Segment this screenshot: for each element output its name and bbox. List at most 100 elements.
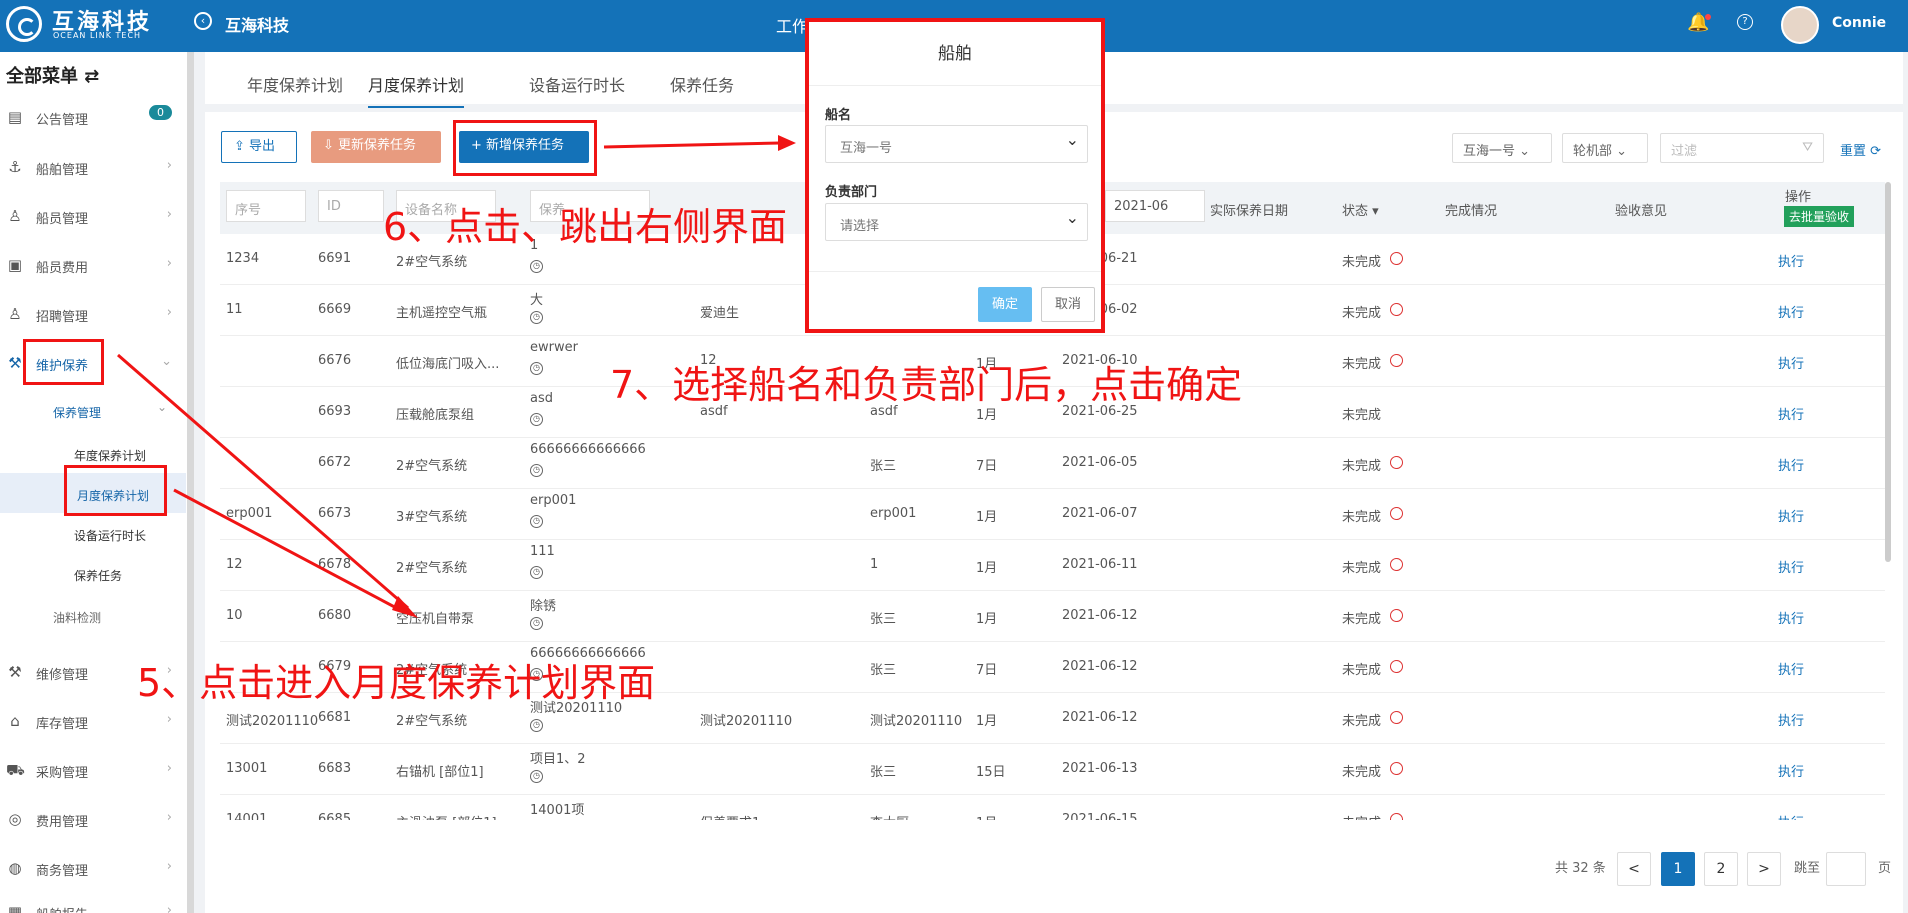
overdue-icon: [1390, 762, 1403, 775]
row-action[interactable]: 执行: [1778, 404, 1804, 423]
clock-icon: ◷: [530, 464, 543, 477]
row-action[interactable]: 执行: [1778, 251, 1804, 270]
ship-filter-select[interactable]: 互海一号 ⌄: [1452, 133, 1552, 163]
sidebar-item-stock[interactable]: ⌂ 库存管理 ›: [0, 702, 186, 742]
row-person: 张三: [870, 663, 897, 678]
tab-monthly[interactable]: 月度保养计划: [368, 72, 465, 108]
batch-accept-button[interactable]: 去批量验收: [1784, 206, 1855, 227]
row-status: 未完成: [1342, 612, 1382, 627]
logo-icon: [6, 6, 42, 42]
clock-icon: ◷: [530, 362, 543, 375]
user-name[interactable]: Connie: [1832, 15, 1886, 31]
row-action[interactable]: 执行: [1778, 302, 1804, 321]
sidebar-scrollbar[interactable]: [187, 52, 194, 913]
sidebar-item-business[interactable]: ◍ 商务管理 ›: [0, 849, 186, 889]
sidebar-item-recruit[interactable]: ♙ 招聘管理 ›: [0, 295, 186, 335]
back-icon[interactable]: ‹: [194, 12, 212, 30]
home-icon: ⌂: [10, 712, 20, 730]
confirm-button[interactable]: 确定: [978, 287, 1032, 322]
row-device: 2#空气系统: [396, 255, 468, 270]
row-action[interactable]: 执行: [1778, 506, 1804, 525]
row-content: 111: [530, 544, 555, 559]
dept-filter-select[interactable]: 轮机部 ⌄: [1562, 133, 1648, 163]
clock-icon: ◷: [530, 770, 543, 783]
row-seq: 14001: [226, 812, 268, 820]
tab-annual[interactable]: 年度保养计划: [247, 72, 343, 96]
row-seq: 12: [226, 557, 243, 572]
pager-total: 共 32 条: [1555, 861, 1606, 876]
row-seq: 10: [226, 608, 243, 623]
sidebar-item-cost[interactable]: ◎ 费用管理 ›: [0, 800, 186, 840]
pager-next[interactable]: >: [1747, 852, 1781, 886]
row-action[interactable]: 执行: [1778, 608, 1804, 627]
report-icon: ▦: [7, 903, 23, 913]
dept-select[interactable]: 请选择: [825, 203, 1088, 241]
overdue-icon: [1390, 303, 1403, 316]
date-filter-input[interactable]: 2021-06: [1105, 190, 1205, 222]
tab-runtime[interactable]: 设备运行时长: [529, 72, 625, 96]
chevron-down-icon: ⌄: [161, 354, 172, 369]
row-status: 未完成: [1342, 408, 1382, 423]
update-task-button[interactable]: ⇩ 更新保养任务: [311, 131, 441, 163]
reset-button[interactable]: 重置 ⟳: [1840, 140, 1881, 159]
avatar[interactable]: [1781, 6, 1819, 44]
row-person: 张三: [870, 459, 897, 474]
sidebar-sub-maint-mgmt[interactable]: 保养管理: [53, 404, 101, 421]
row-status: 未完成: [1342, 812, 1381, 820]
table-scrollbar[interactable]: [1885, 182, 1891, 562]
sidebar-item-purchase[interactable]: ⛟ 采购管理 ›: [0, 751, 186, 791]
row-action[interactable]: 执行: [1778, 812, 1804, 820]
sidebar-leaf-runtime[interactable]: 设备运行时长: [74, 527, 146, 544]
bell-icon[interactable]: 🔔: [1687, 12, 1712, 33]
cancel-button[interactable]: 取消: [1041, 287, 1095, 322]
row-device: 3#空气系统: [396, 510, 468, 525]
breadcrumb: 互海科技: [225, 16, 290, 35]
sidebar-item-notice[interactable]: ▤ 公告管理: [0, 98, 186, 138]
sidebar-leaf-task[interactable]: 保养任务: [74, 567, 122, 584]
sidebar-item-ship[interactable]: ⚓ 船舶管理 ›: [0, 148, 186, 188]
row-action[interactable]: 执行: [1778, 710, 1804, 729]
row-id: 6685: [318, 812, 352, 820]
row-id: 6676: [318, 353, 352, 368]
chevron-right-icon: ›: [166, 810, 172, 825]
help-icon[interactable]: ?: [1737, 14, 1753, 30]
sidebar-item-report[interactable]: ▦船舶报告›: [0, 893, 186, 913]
dialog-title: 船舶: [809, 22, 1101, 86]
row-date: 2021-06-15: [1062, 812, 1138, 820]
row-content: 除锈: [530, 599, 557, 614]
seq-filter-input[interactable]: 序号: [226, 190, 306, 222]
sidebar-item-crew-cost[interactable]: ▣ 船员费用 ›: [0, 246, 186, 286]
pager-jump-input[interactable]: [1826, 852, 1866, 886]
tab-tasks[interactable]: 保养任务: [670, 72, 734, 96]
id-filter-input[interactable]: ID: [318, 190, 384, 222]
pager-page-1[interactable]: 1: [1661, 852, 1695, 886]
filter-input[interactable]: 过滤 ⛛: [1660, 133, 1824, 163]
row-person: 张三: [870, 765, 897, 780]
sidebar-sub-oil[interactable]: 油料检测: [53, 609, 101, 626]
pager-prev[interactable]: <: [1617, 852, 1651, 886]
row-action[interactable]: 执行: [1778, 557, 1804, 576]
row-date: 2021-06-05: [1062, 455, 1138, 470]
row-device: 主机遥控空气瓶: [396, 306, 488, 321]
th-status[interactable]: 状态 ▾: [1342, 200, 1379, 219]
row-person: 1: [870, 557, 879, 572]
row-id: 6678: [318, 557, 352, 572]
row-person: erp001: [870, 506, 917, 521]
sidebar-leaf-annual[interactable]: 年度保养计划: [74, 447, 146, 464]
cart-icon: ⛟: [6, 761, 25, 779]
th-actual-date: 实际保养日期: [1210, 204, 1289, 219]
row-content: 66666666666666: [530, 442, 646, 457]
clock-icon: ◷: [530, 566, 543, 579]
book-icon: ▤: [7, 108, 23, 126]
row-action[interactable]: 执行: [1778, 659, 1804, 678]
sidebar-item-crew[interactable]: ♙ 船员管理 ›: [0, 197, 186, 237]
row-action[interactable]: 执行: [1778, 353, 1804, 372]
chevron-right-icon: ›: [166, 712, 172, 727]
table-row: 140016685主滑油泵 [部位1]14001项◷保养要求1李大厨1月2021…: [220, 795, 1885, 820]
export-button[interactable]: ⇪ 导出: [221, 131, 297, 163]
overdue-icon: [1390, 609, 1403, 622]
row-action[interactable]: 执行: [1778, 761, 1804, 780]
ship-name-select[interactable]: 互海一号: [825, 125, 1088, 163]
row-action[interactable]: 执行: [1778, 455, 1804, 474]
pager-page-2[interactable]: 2: [1704, 852, 1738, 886]
